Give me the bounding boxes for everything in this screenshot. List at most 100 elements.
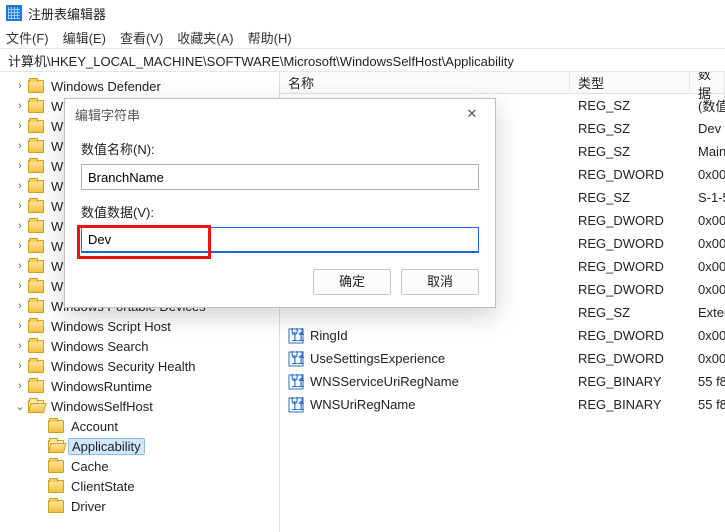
folder-icon — [28, 100, 44, 113]
address-bar[interactable]: 计算机\HKEY_LOCAL_MACHINE\SOFTWARE\Microsof… — [0, 49, 725, 71]
value-name: WNSServiceUriRegName — [310, 374, 459, 389]
folder-icon — [28, 340, 44, 353]
svg-text:110: 110 — [291, 398, 304, 413]
chevron-right-icon[interactable]: › — [14, 280, 26, 292]
tree-item[interactable]: Applicability — [0, 436, 279, 456]
chevron-right-icon[interactable]: › — [14, 140, 26, 152]
chevron-right-icon[interactable]: › — [14, 160, 26, 172]
folder-icon — [28, 360, 44, 373]
value-data-input[interactable] — [81, 227, 479, 253]
chevron-right-icon[interactable]: › — [14, 360, 26, 372]
tree-item-label: Driver — [68, 499, 109, 514]
values-header: 名称 类型 数据 — [280, 72, 725, 94]
chevron-right-icon[interactable]: › — [14, 200, 26, 212]
chevron-right-icon[interactable]: › — [14, 340, 26, 352]
value-type: REG_DWORD — [570, 328, 690, 343]
folder-icon — [48, 480, 64, 493]
value-data: 0x0000 — [690, 328, 725, 343]
binary-value-icon: 011110 — [288, 397, 304, 413]
tree-item-label: Applicability — [68, 438, 145, 455]
app-icon — [6, 5, 22, 21]
value-row[interactable]: 011110RingIdREG_DWORD0x0000 — [280, 324, 725, 347]
folder-open-icon — [48, 440, 64, 453]
tree-item-label: ClientState — [68, 479, 138, 494]
tree-item-label: Cache — [68, 459, 112, 474]
folder-icon — [28, 380, 44, 393]
folder-icon — [28, 220, 44, 233]
value-type: REG_DWORD — [570, 213, 690, 228]
folder-icon — [28, 120, 44, 133]
chevron-right-icon[interactable]: › — [14, 380, 26, 392]
value-data: 0x0000 — [690, 236, 725, 251]
value-row[interactable]: 011110WNSServiceUriRegNameREG_BINARY55 f… — [280, 370, 725, 393]
value-data: 0x0000 — [690, 259, 725, 274]
tree-item[interactable]: Cache — [0, 456, 279, 476]
value-data: Mainlin — [690, 144, 725, 159]
tree-item-label: Windows Script Host — [48, 319, 174, 334]
chevron-right-icon[interactable]: › — [14, 240, 26, 252]
menu-favorites[interactable]: 收藏夹(A) — [177, 28, 233, 47]
chevron-right-icon[interactable]: › — [14, 220, 26, 232]
dialog-title: 编辑字符串 — [65, 99, 495, 129]
dialog-close-button[interactable]: ✕ — [455, 103, 489, 125]
tree-item[interactable]: › WindowsRuntime — [0, 376, 279, 396]
chevron-right-icon[interactable]: › — [14, 120, 26, 132]
chevron-right-icon[interactable]: › — [14, 100, 26, 112]
value-row[interactable]: 011110WNSUriRegNameREG_BINARY55 f8 0 — [280, 393, 725, 416]
menu-help[interactable]: 帮助(H) — [248, 28, 292, 47]
cancel-button[interactable]: 取消 — [401, 269, 479, 295]
tree-item-label: WindowsRuntime — [48, 379, 155, 394]
tree-item[interactable]: › Windows Defender — [0, 76, 279, 96]
folder-icon — [28, 200, 44, 213]
folder-icon — [28, 240, 44, 253]
chevron-right-icon[interactable]: › — [14, 300, 26, 312]
value-data-label: 数值数据(V): — [81, 202, 479, 221]
value-data: 0x0000 — [690, 167, 725, 182]
chevron-right-icon[interactable]: › — [14, 180, 26, 192]
value-name-input[interactable] — [81, 164, 479, 190]
tree-item-label: Windows Defender — [48, 79, 164, 94]
tree-item[interactable]: Driver — [0, 496, 279, 516]
tree-item-label: WindowsSelfHost — [48, 399, 156, 414]
value-data: 0x0000 — [690, 282, 725, 297]
close-icon: ✕ — [467, 106, 478, 122]
menubar: 文件(F) 编辑(E) 查看(V) 收藏夹(A) 帮助(H) — [0, 26, 725, 48]
chevron-right-icon[interactable]: › — [14, 260, 26, 272]
edit-string-dialog: 编辑字符串 ✕ 数值名称(N): 数值数据(V): 确定 取消 — [64, 98, 496, 308]
menu-file[interactable]: 文件(F) — [6, 28, 49, 47]
address-text: 计算机\HKEY_LOCAL_MACHINE\SOFTWARE\Microsof… — [8, 51, 514, 70]
value-row[interactable]: 011110UseSettingsExperienceREG_DWORD0x00… — [280, 347, 725, 370]
tree-item[interactable]: ›Windows Search — [0, 336, 279, 356]
chevron-down-icon[interactable]: ⌄ — [14, 400, 26, 413]
col-name[interactable]: 名称 — [280, 73, 570, 92]
chevron-right-icon[interactable]: › — [14, 80, 26, 92]
tree-item[interactable]: ⌄ WindowsSelfHost — [0, 396, 279, 416]
svg-text:110: 110 — [291, 352, 304, 367]
value-type: REG_SZ — [570, 144, 690, 159]
dialog-buttons: 确定 取消 — [313, 269, 479, 295]
tree-item-label: Account — [68, 419, 121, 434]
tree-item[interactable]: ›Windows Security Health — [0, 356, 279, 376]
dialog-body: 数值名称(N): 数值数据(V): — [65, 129, 495, 253]
value-type: REG_DWORD — [570, 167, 690, 182]
value-name: WNSUriRegName — [310, 397, 415, 412]
value-type: REG_SZ — [570, 121, 690, 136]
value-data: Externa — [690, 305, 725, 320]
folder-icon — [48, 460, 64, 473]
svg-text:110: 110 — [291, 329, 304, 344]
binary-value-icon: 011110 — [288, 351, 304, 367]
tree-item[interactable]: Account — [0, 416, 279, 436]
value-data: Dev — [690, 121, 725, 136]
value-data: (数值未 — [690, 96, 725, 115]
tree-item[interactable]: ClientState — [0, 476, 279, 496]
tree-item[interactable]: › Windows Script Host — [0, 316, 279, 336]
folder-icon — [28, 300, 44, 313]
ok-button[interactable]: 确定 — [313, 269, 391, 295]
value-name-label: 数值名称(N): — [81, 139, 479, 158]
col-type[interactable]: 类型 — [570, 73, 690, 92]
menu-view[interactable]: 查看(V) — [120, 28, 163, 47]
value-data: S-1-5-2 — [690, 190, 725, 205]
menu-edit[interactable]: 编辑(E) — [63, 28, 106, 47]
chevron-right-icon[interactable]: › — [14, 320, 26, 332]
value-type: REG_DWORD — [570, 351, 690, 366]
